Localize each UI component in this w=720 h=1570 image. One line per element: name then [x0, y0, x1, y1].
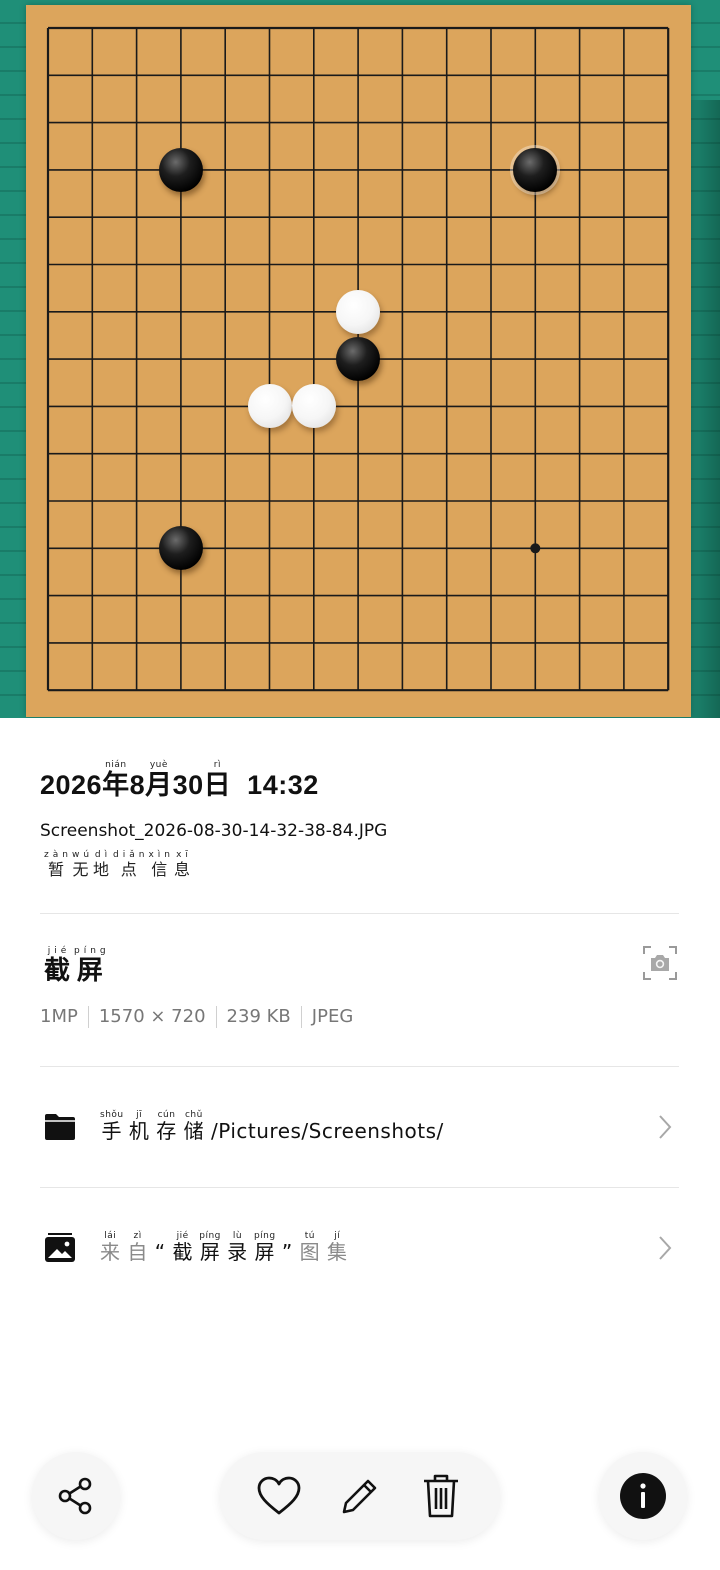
date-day: 30: [172, 770, 204, 800]
camera-icon[interactable]: [641, 944, 679, 982]
location-info: 暂zàn无wú地dì点diǎn信xìn息xī: [44, 850, 194, 880]
info-icon: [620, 1473, 666, 1519]
divider: [40, 913, 679, 914]
share-button[interactable]: [32, 1452, 120, 1540]
image-specs: 1MP 1570 × 720 239 KB JPEG: [40, 1006, 363, 1028]
white-stone: [336, 289, 381, 334]
file-name: Screenshot_2026-08-30-14-32-38-84.JPG: [40, 821, 388, 841]
album-char: ”: [281, 1240, 293, 1264]
divider: [40, 1066, 679, 1067]
date-month: 8: [129, 770, 146, 800]
star-point: [530, 543, 541, 554]
album-char: 来lái: [100, 1231, 121, 1264]
location-char: 点diǎn: [113, 850, 149, 879]
path-prefix-char: 手shǒu: [100, 1110, 124, 1143]
album-char: 集jí: [326, 1231, 348, 1264]
edit-button[interactable]: [330, 1466, 390, 1526]
album-row[interactable]: 来lái 自zì “ 截jié 屏píng 录lù 屏píng ” 图tú 集j…: [40, 1218, 680, 1278]
type-title-char: 截jié: [44, 946, 75, 986]
album-char: 录lù: [227, 1231, 248, 1264]
date-time: 14:32: [247, 770, 319, 800]
image-type-title: 截jié屏píng: [44, 946, 110, 987]
path-prefix-char: 存cún: [156, 1110, 177, 1143]
storage-path-row[interactable]: 手shǒu 机jī 存cún 储chǔ /Pictures/Screenshot…: [40, 1097, 680, 1157]
capture-date: 2026年nián8月yuè30日rì 14:32: [40, 760, 319, 802]
spec-megapixels: 1MP: [40, 1006, 78, 1027]
heart-icon: [257, 1476, 301, 1515]
album-char: 截jié: [172, 1231, 193, 1264]
info-button[interactable]: [599, 1452, 687, 1540]
location-char: 息xī: [173, 850, 194, 879]
favorite-button[interactable]: [249, 1466, 309, 1526]
white-stone: [247, 384, 292, 429]
black-stone: [158, 147, 203, 192]
path-prefix-char: 储chǔ: [183, 1110, 205, 1143]
date-ri: 日rì: [203, 760, 232, 800]
album-icon: [40, 1228, 80, 1268]
folder-icon: [40, 1107, 80, 1147]
storage-path-prefix: 手shǒu 机jī 存cún 储chǔ: [100, 1110, 211, 1143]
share-icon: [58, 1477, 92, 1515]
type-title-char: 屏píng: [74, 946, 110, 986]
gomoku-board: [26, 5, 691, 717]
spec-file-size: 239 KB: [215, 1006, 301, 1028]
album-char: 屏píng: [253, 1231, 276, 1264]
album-char: 图tú: [299, 1231, 321, 1264]
location-char: 暂zàn: [44, 850, 72, 879]
white-stone: [291, 384, 336, 429]
location-char: 地dì: [93, 850, 114, 879]
action-pill: [220, 1452, 500, 1540]
black-stone: [513, 147, 558, 192]
chevron-right-icon: [650, 1233, 680, 1263]
delete-button[interactable]: [411, 1466, 471, 1526]
screenshot-image[interactable]: [0, 0, 720, 718]
date-year: 2026: [40, 770, 103, 800]
location-char: 信xìn: [148, 850, 174, 879]
album-char: 自zì: [127, 1231, 148, 1264]
album-char: 屏píng: [199, 1231, 221, 1264]
pencil-icon: [342, 1479, 377, 1514]
black-stone: [158, 526, 203, 571]
spec-format: JPEG: [300, 1006, 363, 1028]
black-stone: [336, 337, 381, 382]
trash-icon: [424, 1474, 459, 1518]
location-char: 无wú: [71, 850, 94, 879]
date-yue: 月yuè: [145, 760, 173, 800]
chevron-right-icon: [650, 1112, 680, 1142]
album-source: 来lái 自zì “ 截jié 屏píng 录lù 屏píng ” 图tú 集j…: [100, 1231, 650, 1265]
spec-resolution: 1570 × 720: [87, 1006, 216, 1028]
album-char: “: [154, 1240, 166, 1264]
storage-path: 手shǒu 机jī 存cún 储chǔ /Pictures/Screenshot…: [100, 1110, 650, 1144]
storage-path-text: /Pictures/Screenshots/: [210, 1119, 444, 1143]
divider: [40, 1187, 679, 1188]
path-prefix-char: 机jī: [128, 1110, 150, 1143]
date-nian: 年nián: [102, 760, 130, 800]
